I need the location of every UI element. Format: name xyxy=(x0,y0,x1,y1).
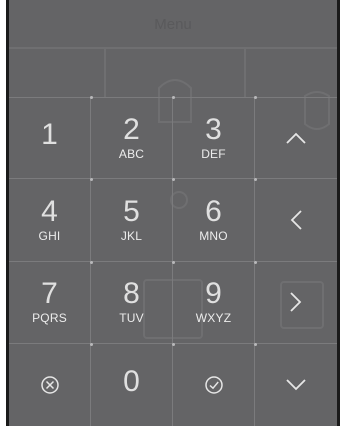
device-screen: Menu 1 2 ABC 3 DEF 4 GHI 5 JKL 6 MNO 7 P… xyxy=(6,0,340,426)
key-digit: 7 xyxy=(41,277,58,311)
key-letters: PQRS xyxy=(32,311,67,326)
key-cancel[interactable] xyxy=(9,343,91,426)
key-4[interactable]: 4 GHI xyxy=(9,179,91,262)
key-7[interactable]: 7 PQRS xyxy=(9,261,91,344)
key-right[interactable] xyxy=(255,262,337,344)
key-letters: DEF xyxy=(201,147,226,162)
key-letters: ABC xyxy=(118,147,145,162)
menu-title: Menu xyxy=(154,16,192,33)
grid-dot xyxy=(172,96,175,99)
key-digit: 4 xyxy=(41,194,58,228)
key-5[interactable]: 5 JKL xyxy=(91,179,173,262)
chevron-up-icon xyxy=(286,132,306,144)
chevron-down-icon xyxy=(286,379,306,391)
key-6[interactable]: 6 MNO xyxy=(173,179,255,262)
grid-dot xyxy=(90,96,93,99)
key-9[interactable]: 9 WXYZ xyxy=(173,261,255,344)
key-confirm[interactable] xyxy=(173,343,255,426)
key-letters: JKL xyxy=(120,228,143,243)
key-digit: 9 xyxy=(205,277,222,311)
grid-dot xyxy=(90,178,93,181)
grid-dot xyxy=(172,178,175,181)
key-down[interactable] xyxy=(255,344,337,426)
key-digit: 6 xyxy=(205,194,222,228)
key-left[interactable] xyxy=(255,179,337,262)
key-3[interactable]: 3 DEF xyxy=(173,97,255,180)
key-letters: GHI xyxy=(38,228,61,243)
key-digit: 8 xyxy=(123,277,140,311)
key-digit: 5 xyxy=(123,194,140,228)
grid-dot xyxy=(254,96,257,99)
key-letters: TUV xyxy=(119,311,144,326)
chevron-left-icon xyxy=(290,210,302,230)
confirm-check-circle-icon xyxy=(204,376,223,394)
grid-dot xyxy=(172,261,175,264)
chevron-right-icon xyxy=(290,292,302,312)
key-letters: MNO xyxy=(199,228,228,243)
key-letters: WXYZ xyxy=(195,311,232,326)
key-digit: 0 xyxy=(123,364,140,398)
grid-dot xyxy=(172,343,175,346)
key-digit: 3 xyxy=(205,113,222,147)
key-0[interactable]: 0 xyxy=(91,343,173,426)
key-8[interactable]: 8 TUV xyxy=(91,261,173,344)
grid-dot xyxy=(90,261,93,264)
grid-dot xyxy=(90,343,93,346)
grid-dot xyxy=(254,178,257,181)
grid-dot xyxy=(254,261,257,264)
key-2[interactable]: 2 ABC xyxy=(91,97,173,180)
key-digit: 2 xyxy=(123,113,140,147)
key-up[interactable] xyxy=(255,97,337,180)
grid-dot xyxy=(254,343,257,346)
key-1[interactable]: 1 xyxy=(9,97,91,180)
key-digit: 1 xyxy=(41,118,58,152)
cancel-circle-icon xyxy=(40,376,59,394)
